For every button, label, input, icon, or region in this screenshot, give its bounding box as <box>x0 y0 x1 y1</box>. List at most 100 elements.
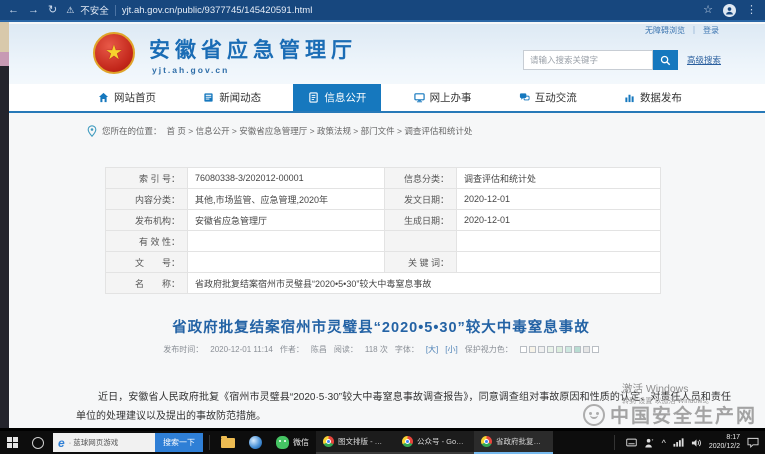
meta-label <box>385 231 457 252</box>
breadcrumb-path[interactable]: 首 页 > 信息公开 > 安徽省应急管理厅 > 政策法规 > 部门文件 > 调查… <box>167 125 473 137</box>
advanced-search-link[interactable]: 高级搜索 <box>687 54 721 66</box>
brand-watermark: 中国安全生产网 <box>583 401 757 428</box>
publish-time-label: 发布时间： <box>163 344 203 355</box>
eye-protect-label: 保护视力色： <box>465 344 513 355</box>
meta-label: 文 号： <box>106 252 188 273</box>
search-input[interactable] <box>523 50 653 70</box>
back-icon[interactable]: ← <box>8 5 19 16</box>
font-larger-button[interactable]: [大] <box>426 344 438 355</box>
meta-label: 内容分类： <box>106 189 188 210</box>
file-explorer-button[interactable] <box>214 431 242 454</box>
meta-value <box>457 231 661 252</box>
bookmark-star-icon[interactable]: ☆ <box>703 5 713 16</box>
meta-label: 信息分类： <box>385 168 457 189</box>
font-size-label: 字体： <box>395 344 419 355</box>
meta-value <box>188 231 385 252</box>
home-icon <box>98 92 109 103</box>
touch-keyboard-icon[interactable] <box>626 438 637 447</box>
nav-item-data-release[interactable]: 数据发布 <box>609 84 697 111</box>
google-earth-button[interactable] <box>242 431 269 454</box>
login-link[interactable]: 登录 <box>703 25 719 36</box>
page-content: 您所在的位置： 首 页 > 信息公开 > 安徽省应急管理厅 > 政策法规 > 部… <box>9 113 765 428</box>
color-swatch[interactable] <box>520 346 527 353</box>
browser-menu-icon[interactable]: ⋮ <box>746 5 757 16</box>
search-icon <box>660 55 671 66</box>
tray-expand-icon[interactable]: ^ <box>662 438 666 448</box>
window-title: 省政府批复结案宿... <box>496 436 546 447</box>
color-swatch[interactable] <box>538 346 545 353</box>
background-window-strip-segment <box>0 52 9 66</box>
color-swatch[interactable] <box>547 346 554 353</box>
views-label: 阅读： <box>334 344 358 355</box>
wechat-label: 微信 <box>293 437 309 448</box>
globe-icon <box>249 436 262 449</box>
site-title: 安徽省应急管理厅 <box>149 34 357 64</box>
site-search: 高级搜索 <box>523 50 721 70</box>
meta-label: 关 键 词： <box>385 252 457 273</box>
author-name: 陈昌 <box>311 344 327 355</box>
nav-label: 网站首页 <box>114 90 156 105</box>
nav-item-info-disclosure[interactable]: 信息公开 <box>293 84 381 111</box>
nav-label: 信息公开 <box>324 90 366 105</box>
nav-item-news[interactable]: 新闻动态 <box>188 84 276 111</box>
folder-icon <box>221 438 235 448</box>
people-share-icon[interactable]: * <box>644 438 655 448</box>
color-swatch[interactable] <box>556 346 563 353</box>
color-swatch[interactable] <box>583 346 590 353</box>
table-row: 索 引 号： 76080338-3/202012-00001 信息分类： 调查评… <box>106 168 661 189</box>
chrome-window-google[interactable]: 公众号 - Google ... <box>395 431 474 454</box>
chrome-window-current[interactable]: 省政府批复结案宿... <box>474 431 553 454</box>
wechat-icon <box>276 436 289 449</box>
views-count: 118 次 <box>365 344 388 355</box>
font-smaller-button[interactable]: [小] <box>445 344 457 355</box>
color-swatch[interactable] <box>565 346 572 353</box>
profile-avatar-icon[interactable] <box>723 4 736 17</box>
table-row: 名 称： 省政府批复结案宿州市灵璧县“2020•5•30”较大中毒窒息事故 <box>106 273 661 294</box>
color-swatch[interactable] <box>529 346 536 353</box>
nav-label: 数据发布 <box>640 90 682 105</box>
nav-item-home[interactable]: 网站首页 <box>83 84 171 111</box>
meta-label: 发文日期： <box>385 189 457 210</box>
start-button[interactable] <box>0 431 25 454</box>
bar-chart-icon <box>624 92 635 103</box>
tray-clock[interactable]: 8:17 2020/12/2 <box>709 434 740 451</box>
breadcrumb: 您所在的位置： 首 页 > 信息公开 > 安徽省应急管理厅 > 政策法规 > 部… <box>87 125 472 137</box>
not-secure-warning-icon[interactable]: ⚠ <box>66 5 74 16</box>
main-navigation: 网站首页 新闻动态 信息公开 网上办事 互动交流 <box>9 84 765 113</box>
taskbar-search[interactable]: e · 蓝球网页游戏 搜索一下 <box>53 433 203 452</box>
color-swatch[interactable] <box>574 346 581 353</box>
forward-icon[interactable]: → <box>28 5 39 16</box>
taskbar-search-button[interactable]: 搜索一下 <box>155 433 203 452</box>
network-signal-icon[interactable] <box>673 438 684 447</box>
national-emblem-logo: ★ <box>93 32 135 74</box>
wechat-button[interactable]: 微信 <box>269 431 316 454</box>
volume-icon[interactable] <box>691 438 702 448</box>
meta-label: 生成日期： <box>385 210 457 231</box>
nav-item-interaction[interactable]: 互动交流 <box>504 84 592 111</box>
window-title: 公众号 - Google ... <box>417 436 467 447</box>
meta-label: 索 引 号： <box>106 168 188 189</box>
reload-icon[interactable]: ↻ <box>48 5 57 16</box>
table-row: 文 号： 关 键 词： <box>106 252 661 273</box>
color-swatch[interactable] <box>592 346 599 353</box>
person-icon <box>725 6 734 15</box>
meta-value: 其他,市场监管、应急管理,2020年 <box>188 189 385 210</box>
chrome-icon <box>481 436 492 447</box>
monitor-icon <box>414 92 425 103</box>
accessibility-link[interactable]: 无障碍浏览 <box>645 25 685 36</box>
address-bar[interactable]: ⚠ 不安全 yjt.ah.gov.cn/public/9377745/14542… <box>66 3 694 17</box>
taskbar-search-query[interactable]: · 蓝球网页游戏 <box>69 437 119 448</box>
search-button[interactable] <box>653 50 678 70</box>
taskbar-divider <box>209 435 210 450</box>
top-links-divider: ｜ <box>690 25 698 36</box>
url-text[interactable]: yjt.ah.gov.cn/public/9377745/145420591.h… <box>122 5 313 16</box>
meta-value: 调查评估和统计处 <box>457 168 661 189</box>
chat-bubbles-icon <box>519 92 530 103</box>
news-icon <box>203 92 214 103</box>
table-row: 内容分类： 其他,市场监管、应急管理,2020年 发文日期： 2020-12-0… <box>106 189 661 210</box>
chrome-window-xiumi[interactable]: 图文排版 - 秀米 XI... <box>316 431 395 454</box>
cortana-button[interactable] <box>25 431 51 454</box>
action-center-icon[interactable] <box>747 437 759 448</box>
nav-item-online-services[interactable]: 网上办事 <box>399 84 487 111</box>
brand-watermark-text: 中国安全生产网 <box>610 401 757 428</box>
